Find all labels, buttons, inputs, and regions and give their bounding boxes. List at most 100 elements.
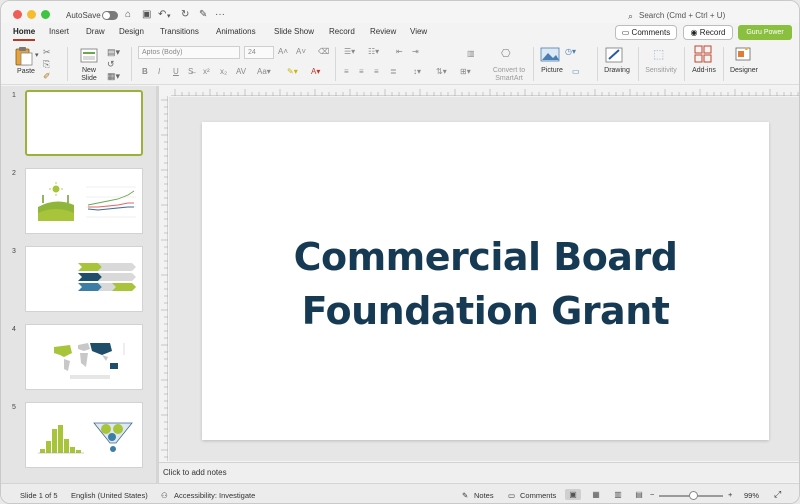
slide-number: 1 [12, 92, 16, 99]
accessibility-status[interactable]: Accessibility: Investigate [174, 491, 255, 500]
font-color-icon[interactable]: A▾ [311, 67, 320, 76]
bullets-icon[interactable]: ☰▾ [344, 47, 355, 56]
customize-icon[interactable]: ✎ [199, 9, 207, 21]
tab-animations[interactable]: Animations [216, 27, 256, 36]
normal-view-button[interactable]: ▣ [565, 489, 581, 500]
italic-icon[interactable]: I [158, 67, 160, 76]
slide-thumbnail-1[interactable] [25, 90, 143, 156]
slide-thumbnail-4[interactable] [25, 324, 143, 390]
font-name-select[interactable]: Aptos (Body) [138, 46, 240, 59]
clear-format-icon[interactable]: ⌫ [318, 47, 329, 56]
smartart-icon[interactable]: ⎔ [501, 47, 511, 60]
tab-transitions[interactable]: Transitions [160, 27, 199, 36]
zoom-level[interactable]: 99% [744, 491, 759, 500]
slide-thumbnail-3[interactable] [25, 246, 143, 312]
tab-draw[interactable]: Draw [86, 27, 105, 36]
align-center-icon[interactable]: ≡ [359, 67, 364, 76]
more-icon[interactable]: ··· [215, 9, 225, 21]
record-button[interactable]: ◉ Record [683, 25, 733, 40]
font-size-select[interactable]: 24 [244, 46, 274, 59]
cut-icon[interactable]: ✂ [43, 47, 51, 58]
language-indicator[interactable]: English (United States) [71, 491, 148, 500]
bold-icon[interactable]: B [142, 67, 148, 76]
increase-font-icon[interactable]: A˄ [278, 47, 288, 56]
zoom-in-icon[interactable]: + [728, 490, 732, 499]
line-spacing-icon[interactable]: ↕▾ [413, 67, 421, 76]
change-case-icon[interactable]: Aa▾ [257, 67, 271, 76]
notes-icon[interactable]: ✎ [462, 491, 468, 500]
slide-sorter-view-button[interactable]: ▦ [588, 489, 604, 500]
autosave-toggle[interactable] [102, 11, 118, 20]
highlight-icon[interactable]: ✎▾ [287, 67, 298, 76]
format-painter-icon[interactable]: ✐ [43, 71, 51, 82]
character-spacing-icon[interactable]: AV [236, 67, 246, 76]
tab-view[interactable]: View [410, 27, 427, 36]
comments-status-icon[interactable]: ▭ [508, 491, 515, 500]
new-slide-icon[interactable] [79, 46, 101, 66]
reading-view-button[interactable]: ▥ [610, 489, 626, 500]
slide-thumbnail-5[interactable] [25, 402, 143, 468]
slide-title[interactable]: Commercial Board Foundation Grant [202, 230, 769, 338]
align-right-icon[interactable]: ≡ [374, 67, 379, 76]
redo-icon[interactable]: ↻ [181, 9, 189, 21]
text-box-icon[interactable]: ▭ [572, 67, 580, 76]
justify-icon[interactable]: ≣ [390, 67, 397, 76]
guru-power-button[interactable]: Guru Power [738, 25, 792, 40]
drawing-label: Drawing [604, 67, 630, 74]
text-direction-icon[interactable]: ⇅▾ [436, 67, 447, 76]
notes-placeholder: Click to add notes [163, 468, 227, 477]
current-slide[interactable]: Commercial Board Foundation Grant [202, 122, 769, 440]
decrease-indent-icon[interactable]: ⇤ [396, 47, 403, 56]
section-icon[interactable]: ▦▾ [107, 71, 120, 82]
paste-icon[interactable] [13, 45, 35, 67]
tab-record[interactable]: Record [329, 27, 355, 36]
strikethrough-icon[interactable]: S̶ [188, 67, 193, 76]
increase-indent-icon[interactable]: ⇥ [412, 47, 419, 56]
zoom-slider-handle[interactable] [689, 491, 698, 500]
tab-insert[interactable]: Insert [49, 27, 69, 36]
comments-toggle[interactable]: Comments [520, 491, 556, 500]
add-ins-icon[interactable] [694, 45, 712, 63]
accessibility-icon[interactable]: ⚇ [161, 491, 168, 500]
superscript-icon[interactable]: x² [203, 67, 210, 76]
maximize-window-button[interactable] [41, 10, 50, 19]
shapes-icon[interactable]: ◷▾ [565, 47, 576, 56]
record-button-label: Record [699, 28, 726, 37]
align-left-icon[interactable]: ≡ [344, 67, 349, 76]
align-text-icon[interactable]: ⊞▾ [460, 67, 471, 76]
columns-icon[interactable]: ▥ [467, 49, 475, 58]
close-window-button[interactable] [13, 10, 22, 19]
minimize-window-button[interactable] [27, 10, 36, 19]
tab-design[interactable]: Design [119, 27, 144, 36]
horizontal-ruler [171, 87, 799, 96]
search-field[interactable]: Search (Cmd + Ctrl + U) [639, 11, 725, 20]
decrease-font-icon[interactable]: A˅ [296, 47, 306, 56]
undo-dropdown-icon[interactable]: ▾ [167, 11, 171, 23]
zoom-out-icon[interactable]: − [650, 490, 654, 499]
slide-show-view-button[interactable]: ▤ [631, 489, 647, 500]
numbering-icon[interactable]: ☷▾ [368, 47, 379, 56]
tab-home[interactable]: Home [13, 27, 36, 41]
underline-icon[interactable]: U [173, 67, 179, 76]
undo-icon[interactable]: ↶ [158, 9, 166, 21]
subscript-icon[interactable]: x₂ [220, 67, 227, 76]
save-icon[interactable]: ▣ [142, 9, 151, 21]
slide-thumbnails-pane[interactable]: 1 2 3 4 5 [1, 86, 156, 483]
paste-dropdown-icon[interactable]: ▾ [35, 51, 39, 59]
picture-icon[interactable] [540, 46, 562, 64]
notes-pane[interactable]: Click to add notes [159, 462, 799, 482]
reset-icon[interactable]: ↺ [107, 59, 115, 70]
layout-icon[interactable]: ▤▾ [107, 47, 120, 58]
designer-icon[interactable] [734, 45, 752, 63]
sensitivity-icon[interactable]: ⬚ [653, 47, 664, 61]
tab-slide-show[interactable]: Slide Show [274, 27, 314, 36]
notes-toggle[interactable]: Notes [474, 491, 494, 500]
drawing-icon[interactable] [604, 46, 626, 64]
slide-thumbnail-2[interactable] [25, 168, 143, 234]
fit-to-window-icon[interactable]: ⤢ [774, 489, 781, 500]
comments-button[interactable]: ▭ Comments [615, 25, 677, 40]
home-icon[interactable]: ⌂ [125, 9, 131, 21]
slide-number: 5 [12, 404, 16, 411]
tab-review[interactable]: Review [370, 27, 396, 36]
copy-icon[interactable]: ⎘ [43, 59, 50, 70]
